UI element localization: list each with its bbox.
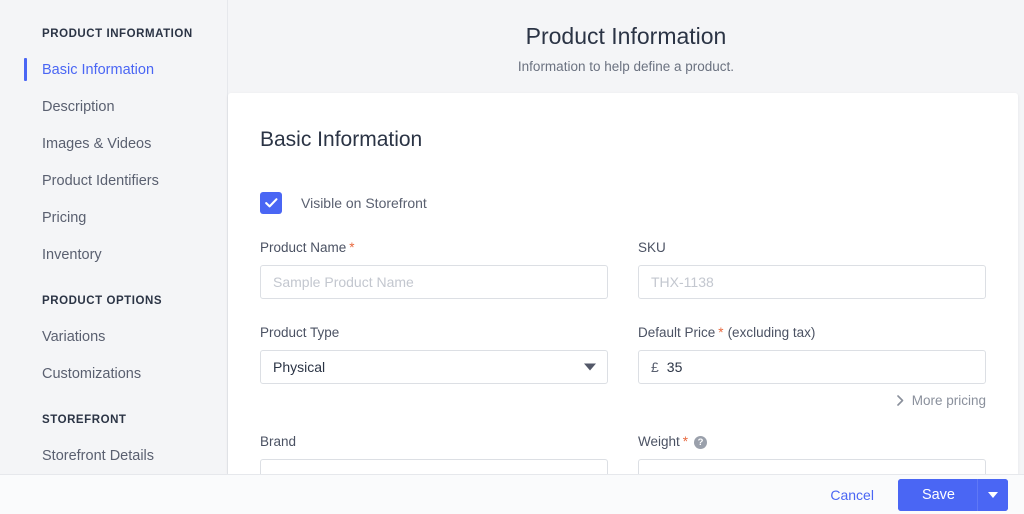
weight-label: Weight * ? [638,433,986,451]
action-footer: Cancel Save [0,474,1024,514]
product-type-field-group: Product Type Physical [260,324,608,408]
currency-symbol: £ [651,359,659,375]
page-subtitle: Information to help define a product. [517,59,735,74]
brand-label: Brand [260,433,608,451]
product-name-field-group: Product Name * [260,239,608,299]
page-header: Product Information Information to help … [228,0,1024,93]
weight-input[interactable] [638,459,986,474]
default-price-input[interactable]: £ 35 [638,350,986,384]
default-price-field-group: Default Price * (excluding tax) £ 35 Mor… [638,324,986,408]
sidebar-section-title: STOREFRONT [42,414,127,426]
visible-on-storefront-checkbox[interactable] [260,192,282,214]
form-row-brand-weight: Brand Weight * ? [260,433,986,474]
visible-on-storefront-row: Visible on Storefront [260,192,986,214]
sidebar-item-product-identifiers[interactable]: Product Identifiers [0,162,227,199]
sidebar-item-images-videos[interactable]: Images & Videos [0,125,227,162]
save-button-group: Save [897,478,1008,511]
sidebar-navigation: PRODUCT INFORMATION Basic Information De… [0,0,228,474]
chevron-right-icon [896,395,904,406]
required-marker: * [718,325,724,340]
sidebar-section-title: PRODUCT OPTIONS [42,295,163,307]
basic-information-card: Basic Information Visible on Storefront … [228,93,1018,474]
sidebar-item-inventory[interactable]: Inventory [0,236,227,273]
brand-input[interactable] [260,459,608,474]
required-marker: * [349,240,355,255]
sku-input[interactable] [638,265,986,299]
label-text: Weight [638,434,680,449]
label-text: Product Type [260,325,340,340]
page-title: Product Information [525,23,727,49]
weight-field-group: Weight * ? [638,433,986,474]
sidebar-item-storefront-details[interactable]: Storefront Details [0,437,227,474]
sidebar-section-product-information: PRODUCT INFORMATION Basic Information De… [0,26,227,273]
default-price-label: Default Price * (excluding tax) [638,324,986,342]
label-text: Default Price [638,325,716,340]
sidebar-item-label: Images & Videos [42,135,152,152]
sku-field-group: SKU [638,239,986,299]
sidebar-item-label: Inventory [42,246,102,263]
more-pricing-link[interactable]: More pricing [638,393,986,408]
sidebar-item-pricing[interactable]: Pricing [0,199,227,236]
cancel-button[interactable]: Cancel [820,481,884,509]
sidebar-section-title: PRODUCT INFORMATION [42,28,193,40]
sidebar-section-storefront: STOREFRONT Storefront Details [0,412,227,474]
default-price-value: 35 [666,359,683,375]
caret-down-icon [584,363,596,371]
sidebar-section-product-options: PRODUCT OPTIONS Variations Customization… [0,293,227,392]
sidebar-item-customizations[interactable]: Customizations [0,355,227,392]
visible-on-storefront-label: Visible on Storefront [301,195,427,211]
brand-field-group: Brand [260,433,608,474]
sidebar-item-label: Product Identifiers [42,172,159,189]
more-pricing-label: More pricing [911,393,986,408]
help-circle-icon[interactable]: ? [694,435,708,449]
check-icon [264,198,277,208]
default-price-label-suffix: (excluding tax) [727,325,816,340]
sidebar-item-basic-information[interactable]: Basic Information [0,51,227,88]
product-type-label: Product Type [260,324,608,342]
product-type-value: Physical [273,359,326,375]
sidebar-item-label: Variations [42,328,106,345]
label-text: Product Name [260,240,347,255]
sku-label: SKU [638,239,986,257]
sidebar-item-label: Basic Information [42,61,155,78]
save-button[interactable]: Save [897,478,977,511]
form-row-type-price: Product Type Physical Default Price * (e… [260,324,986,408]
save-options-button[interactable] [977,478,1008,511]
label-text: Brand [260,434,297,449]
label-text: SKU [638,240,666,255]
required-marker: * [682,434,689,449]
product-name-input[interactable] [260,265,608,299]
caret-down-icon [988,491,998,498]
sidebar-item-label: Pricing [42,209,87,226]
sidebar-item-variations[interactable]: Variations [0,318,227,355]
product-name-label: Product Name * [260,239,608,257]
sidebar-item-label: Customizations [42,365,142,382]
card-title: Basic Information [260,128,423,151]
sidebar-item-description[interactable]: Description [0,88,227,125]
sidebar-item-label: Description [42,98,115,115]
product-type-select[interactable]: Physical [260,350,608,384]
product-information-page: PRODUCT INFORMATION Basic Information De… [0,0,1024,514]
form-row-name-sku: Product Name * SKU [260,239,986,299]
sidebar-item-label: Storefront Details [42,447,155,464]
